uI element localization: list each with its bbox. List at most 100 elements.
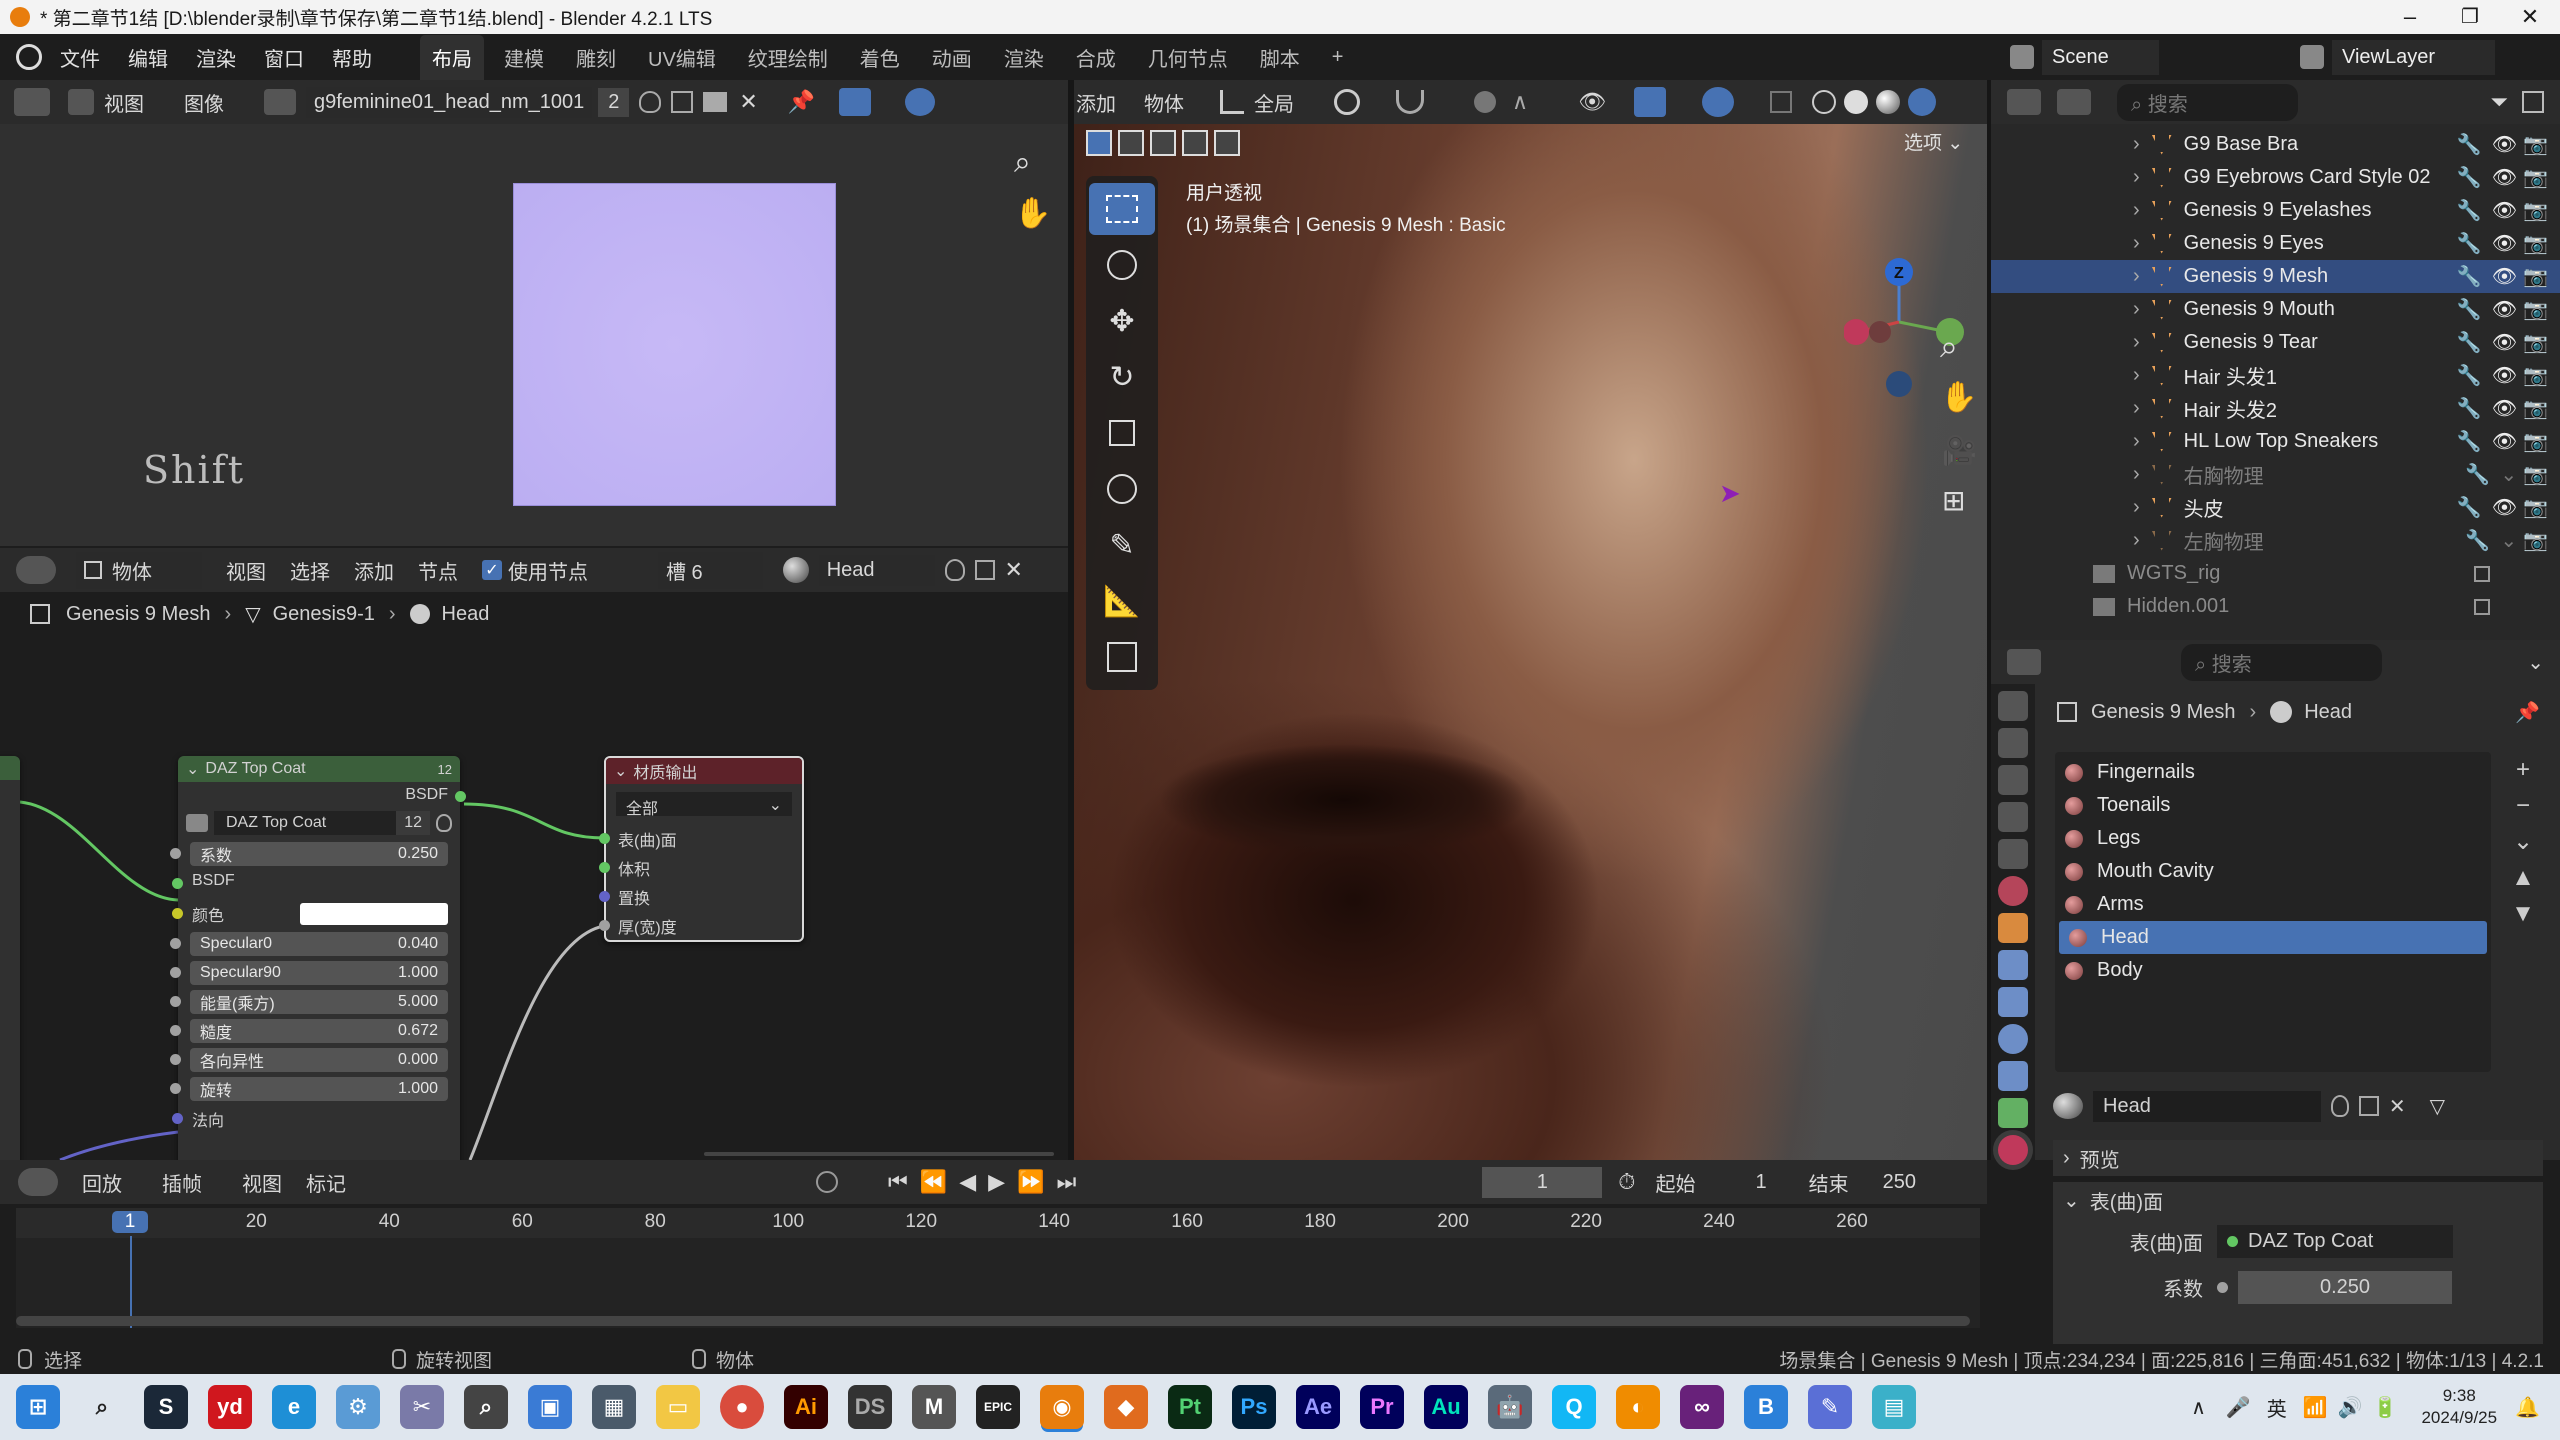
material-slot[interactable]: Mouth Cavity: [2055, 855, 2491, 888]
color-input-socket[interactable]: [172, 908, 183, 919]
input-socket[interactable]: [170, 1054, 181, 1065]
ortho-grid-icon[interactable]: ⊞: [1942, 484, 1965, 517]
add-cube-tool[interactable]: [1089, 631, 1155, 683]
app-icon-settings[interactable]: ⚙: [336, 1385, 380, 1429]
app-icon-marvelous[interactable]: M: [912, 1385, 956, 1429]
image-users-count[interactable]: 2: [598, 87, 630, 117]
notification-bell-icon[interactable]: 🔔: [2515, 1395, 2540, 1420]
visibility-eye-icon[interactable]: 👁: [2492, 132, 2517, 157]
app-icon-illustrator[interactable]: Ai: [784, 1385, 828, 1429]
render-camera-icon[interactable]: 📷: [2523, 363, 2548, 388]
zoom-icon[interactable]: ⌕: [1014, 146, 1031, 180]
duplicate-image-icon[interactable]: [671, 91, 694, 113]
app-icon-calculator[interactable]: ▦: [592, 1385, 636, 1429]
topcoat-node-header[interactable]: ⌄ DAZ Top Coat 12: [178, 756, 460, 782]
material-slot[interactable]: Legs: [2055, 822, 2491, 855]
battery-icon[interactable]: 🔋: [2373, 1395, 2398, 1420]
outliner-item[interactable]: › G9 Base Bra 🔧 👁 📷: [1991, 128, 2560, 161]
app-icon-blender[interactable]: ◉: [1040, 1385, 1084, 1429]
expand-arrow-icon[interactable]: ›: [2133, 298, 2140, 321]
render-camera-icon[interactable]: 📷: [2523, 462, 2548, 487]
app-icon-audition[interactable]: Au: [1424, 1385, 1468, 1429]
visibility-eye-icon[interactable]: 👁: [2492, 297, 2517, 322]
select-box-tool[interactable]: [1089, 183, 1155, 235]
app-icon-notes[interactable]: ✎: [1808, 1385, 1852, 1429]
select-subtract-icon[interactable]: [1150, 130, 1176, 156]
expand-arrow-icon[interactable]: ›: [2133, 199, 2140, 222]
material-output-node[interactable]: ⌄ 材质输出 全部 ⌄ 表(曲)面 体积 置换 厚(宽)度: [599, 756, 804, 942]
input-socket[interactable]: [170, 1083, 181, 1094]
render-camera-icon[interactable]: 📷: [2523, 297, 2548, 322]
input-socket[interactable]: [170, 1025, 181, 1036]
viewport-menu-add[interactable]: 添加: [1076, 88, 1116, 117]
workspace-tab[interactable]: 着色: [848, 35, 912, 80]
outliner-item[interactable]: › Genesis 9 Mouth 🔧 👁 📷: [1991, 293, 2560, 326]
render-camera-icon[interactable]: 📷: [2523, 495, 2548, 520]
frame-end-field[interactable]: 250: [1883, 1171, 1916, 1194]
exclude-checkbox[interactable]: [2474, 565, 2490, 582]
remove-slot-button[interactable]: −: [2503, 788, 2543, 824]
render-camera-icon[interactable]: 📷: [2523, 330, 2548, 355]
app-icon-edge[interactable]: e: [272, 1385, 316, 1429]
output-target-dropdown[interactable]: 全部 ⌄: [616, 792, 792, 818]
shading-solid-icon[interactable]: [1844, 90, 1869, 114]
transform-orientation-icon[interactable]: [1220, 90, 1244, 114]
coef-value-field[interactable]: 0.250: [2238, 1270, 2452, 1304]
add-workspace-button[interactable]: +: [1320, 38, 1356, 77]
fake-user-icon[interactable]: [639, 91, 662, 113]
move-tool[interactable]: ✥: [1089, 295, 1155, 347]
overlay-icon[interactable]: [905, 88, 936, 116]
outliner-type-icon[interactable]: [2007, 89, 2041, 115]
topcoat-field[interactable]: 能量(乘方) 5.000: [170, 990, 448, 1014]
overlays-toggle-icon[interactable]: [1702, 87, 1735, 117]
input-socket[interactable]: [170, 996, 181, 1007]
material-slot[interactable]: Arms: [2055, 888, 2491, 921]
outliner-item[interactable]: › Genesis 9 Eyes 🔧 👁 📷: [1991, 227, 2560, 260]
workspace-tab[interactable]: 建模: [492, 35, 556, 80]
visibility-icon[interactable]: 👁: [1578, 89, 1606, 115]
jump-key-fwd-icon[interactable]: ⏩: [1017, 1169, 1044, 1195]
image-mode-icon[interactable]: [68, 89, 94, 115]
xray-toggle-icon[interactable]: [1770, 91, 1793, 113]
visibility-eye-icon[interactable]: 👁: [2492, 429, 2517, 454]
outliner-item[interactable]: › G9 Eyebrows Card Style 02 🔧 👁 📷: [1991, 161, 2560, 194]
visibility-eye-icon[interactable]: 👁: [2492, 330, 2517, 355]
timeline-scrollbar[interactable]: [16, 1316, 1970, 1326]
play-icon[interactable]: ▶: [988, 1169, 1005, 1195]
move-slot-up-button[interactable]: ▲: [2503, 860, 2543, 896]
expand-arrow-icon[interactable]: ›: [2133, 364, 2140, 387]
tool-tab-icon[interactable]: [1998, 691, 2028, 721]
topcoat-field[interactable]: 系数 0.250: [170, 842, 448, 866]
minimize-button[interactable]: –: [2380, 4, 2440, 30]
material-browse-icon[interactable]: [2053, 1093, 2083, 1119]
auto-keying-icon[interactable]: [816, 1171, 838, 1193]
input-socket[interactable]: [170, 938, 181, 949]
workspace-tab[interactable]: 渲染: [992, 35, 1056, 80]
outliner-item[interactable]: › Genesis 9 Mesh 🔧 👁 📷: [1991, 260, 2560, 293]
properties-type-icon[interactable]: [2007, 649, 2041, 675]
preview-panel-header[interactable]: › 预览: [2053, 1140, 2543, 1176]
expand-arrow-icon[interactable]: ›: [2133, 232, 2140, 255]
close-button[interactable]: ✕: [2500, 4, 2560, 30]
render-camera-icon[interactable]: 📷: [2523, 231, 2548, 256]
move-slot-down-button[interactable]: ▼: [2503, 896, 2543, 932]
app-icon-photoshop[interactable]: Ps: [1232, 1385, 1276, 1429]
menu-item[interactable]: 编辑: [128, 43, 168, 72]
clock[interactable]: 9:38 2024/9/25: [2421, 1385, 2497, 1429]
prop-material-name[interactable]: Head: [2093, 1090, 2321, 1122]
unlink-image-icon[interactable]: ✕: [739, 89, 757, 115]
pan-hand-icon[interactable]: ✋: [1014, 196, 1051, 231]
node-editor-scrollbar[interactable]: [704, 1152, 1054, 1156]
node-group-selector[interactable]: DAZ Top Coat 12: [186, 810, 452, 836]
microphone-icon[interactable]: 🎤: [2226, 1395, 2251, 1420]
workspace-tab[interactable]: 几何节点: [1136, 35, 1240, 80]
ime-indicator[interactable]: 英: [2267, 1393, 2287, 1422]
select-invert-icon[interactable]: [1182, 130, 1208, 156]
transform-tool[interactable]: [1089, 463, 1155, 515]
app-icon-robot[interactable]: 🤖: [1488, 1385, 1532, 1429]
visibility-eye-icon[interactable]: 👁: [2492, 165, 2517, 190]
topcoat-field[interactable]: Specular90 1.000: [170, 961, 448, 985]
topcoat-field[interactable]: 糙度 0.672: [170, 1019, 448, 1043]
render-camera-icon[interactable]: 📷: [2523, 132, 2548, 157]
app-icon-chrome[interactable]: ●: [720, 1385, 764, 1429]
